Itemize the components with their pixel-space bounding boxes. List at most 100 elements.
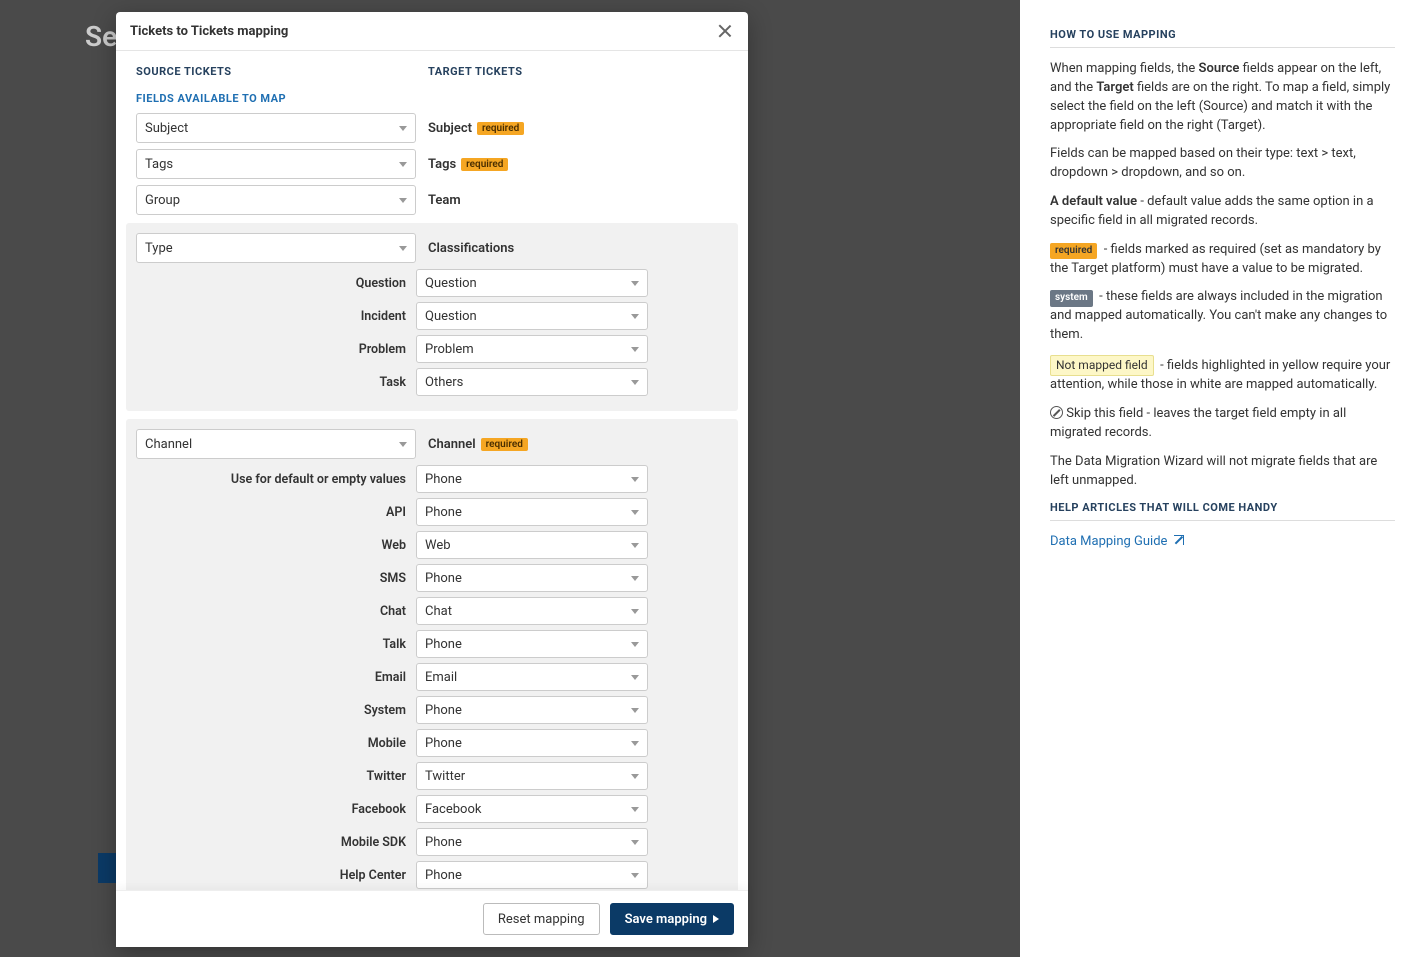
- modal-header: Tickets to Tickets mapping: [116, 12, 748, 51]
- dropdown-value: Phone: [425, 703, 462, 718]
- chevron-right-icon: [713, 915, 719, 923]
- value-mapping-row: TaskOthers: [136, 368, 728, 396]
- value-mapping-row: Chat Chat: [136, 597, 728, 625]
- chevron-down-icon: [631, 477, 639, 482]
- value-source-label: SMS: [136, 571, 416, 586]
- value-target-dropdown[interactable]: Chat: [416, 597, 648, 625]
- dropdown-value: Group: [145, 193, 180, 208]
- value-target-dropdown[interactable]: Question: [416, 269, 648, 297]
- dropdown-value: Subject: [145, 121, 188, 136]
- value-source-label: Help Center: [136, 868, 416, 883]
- chevron-down-icon: [399, 246, 407, 251]
- value-source-label: Use for default or empty values: [136, 472, 416, 487]
- value-target-dropdown[interactable]: Web: [416, 531, 648, 559]
- value-target-dropdown[interactable]: Others: [416, 368, 648, 396]
- skip-icon: [1050, 406, 1063, 419]
- chevron-down-icon: [631, 576, 639, 581]
- column-source-heading: SOURCE TICKETS: [136, 65, 428, 78]
- value-target-dropdown[interactable]: Phone: [416, 729, 648, 757]
- page-title-fragment: Se: [85, 20, 117, 53]
- value-target-dropdown[interactable]: Twitter: [416, 762, 648, 790]
- target-label-classifications: Classifications: [428, 241, 514, 256]
- value-mapping-row: EmailEmail: [136, 663, 728, 691]
- system-badge-icon: system: [1050, 290, 1093, 307]
- modal-footer: Reset mapping Save mapping: [116, 890, 748, 947]
- help-p6: Not mapped field - fields highlighted in…: [1050, 355, 1395, 395]
- target-field-label: Team: [428, 193, 461, 208]
- chevron-down-icon: [399, 162, 407, 167]
- value-target-dropdown[interactable]: Phone: [416, 828, 648, 856]
- value-source-label: Twitter: [136, 769, 416, 784]
- value-target-dropdown[interactable]: Facebook: [416, 795, 648, 823]
- dropdown-value: Phone: [425, 736, 462, 751]
- source-field-type[interactable]: Type: [136, 233, 416, 263]
- dropdown-value: Phone: [425, 571, 462, 586]
- value-source-label: Question: [136, 276, 416, 291]
- value-source-label: Talk: [136, 637, 416, 652]
- value-target-dropdown[interactable]: Phone: [416, 630, 648, 658]
- link-data-mapping-guide[interactable]: Data Mapping Guide: [1050, 534, 1184, 549]
- chevron-down-icon: [631, 510, 639, 515]
- chevron-down-icon: [399, 198, 407, 203]
- source-field-dropdown[interactable]: Group: [136, 185, 416, 215]
- reset-mapping-button[interactable]: Reset mapping: [483, 903, 600, 935]
- modal-title: Tickets to Tickets mapping: [130, 24, 288, 39]
- chevron-down-icon: [399, 126, 407, 131]
- channel-section: Channel Channel required Use for default…: [126, 419, 738, 890]
- chevron-down-icon: [631, 840, 639, 845]
- help-p3: A default value - default value adds the…: [1050, 193, 1395, 231]
- mapping-modal: Tickets to Tickets mapping SOURCE TICKET…: [116, 12, 748, 947]
- value-target-dropdown[interactable]: Email: [416, 663, 648, 691]
- external-link-icon: [1174, 535, 1184, 545]
- required-badge-icon: required: [481, 438, 528, 451]
- value-target-dropdown[interactable]: Phone: [416, 465, 648, 493]
- dropdown-value: Phone: [425, 835, 462, 850]
- value-source-label: Task: [136, 375, 416, 390]
- target-label-channel: Channel required: [428, 437, 528, 452]
- value-target-dropdown[interactable]: Problem: [416, 335, 648, 363]
- source-field-channel[interactable]: Channel: [136, 429, 416, 459]
- dropdown-value: Type: [145, 241, 173, 256]
- required-badge-icon: required: [1050, 243, 1097, 260]
- help-p7: Skip this field - leaves the target fiel…: [1050, 405, 1395, 443]
- value-source-label: Web: [136, 538, 416, 553]
- chevron-down-icon: [631, 741, 639, 746]
- chevron-down-icon: [631, 807, 639, 812]
- value-mapping-row: QuestionQuestion: [136, 269, 728, 297]
- help-heading: HOW TO USE MAPPING: [1050, 28, 1395, 48]
- dropdown-value: Chat: [425, 604, 452, 619]
- value-target-dropdown[interactable]: Phone: [416, 696, 648, 724]
- field-row: TagsTagsrequired: [136, 149, 728, 179]
- value-source-label: Incident: [136, 309, 416, 324]
- modal-body: SOURCE TICKETS TARGET TICKETS FIELDS AVA…: [116, 51, 748, 890]
- value-source-label: API: [136, 505, 416, 520]
- value-source-label: Email: [136, 670, 416, 685]
- value-source-label: Chat: [136, 604, 416, 619]
- chevron-down-icon: [631, 675, 639, 680]
- source-field-dropdown[interactable]: Subject: [136, 113, 416, 143]
- chevron-down-icon: [631, 347, 639, 352]
- close-icon[interactable]: [716, 22, 734, 40]
- value-target-dropdown[interactable]: Question: [416, 302, 648, 330]
- value-mapping-row: IncidentQuestion: [136, 302, 728, 330]
- field-row: SubjectSubjectrequired: [136, 113, 728, 143]
- chevron-down-icon: [631, 873, 639, 878]
- field-row: Group Team: [136, 185, 728, 215]
- source-field-dropdown[interactable]: Tags: [136, 149, 416, 179]
- value-source-label: Mobile: [136, 736, 416, 751]
- save-mapping-button[interactable]: Save mapping: [610, 903, 734, 935]
- dropdown-value: Problem: [425, 342, 474, 357]
- value-target-dropdown[interactable]: Phone: [416, 564, 648, 592]
- value-target-dropdown[interactable]: Phone: [416, 498, 648, 526]
- chevron-down-icon: [631, 543, 639, 548]
- type-section: Type Classifications QuestionQuestionInc…: [126, 223, 738, 411]
- dropdown-value: Channel: [145, 437, 192, 452]
- dropdown-value: Web: [425, 538, 451, 553]
- value-target-dropdown[interactable]: Phone: [416, 861, 648, 889]
- fields-available-heading: FIELDS AVAILABLE TO MAP: [136, 82, 728, 113]
- value-mapping-row: System Phone: [136, 696, 728, 724]
- value-mapping-row: Mobile Phone: [136, 729, 728, 757]
- value-mapping-row: FacebookFacebook: [136, 795, 728, 823]
- value-source-label: System: [136, 703, 416, 718]
- value-mapping-row: Help CenterPhone: [136, 861, 728, 889]
